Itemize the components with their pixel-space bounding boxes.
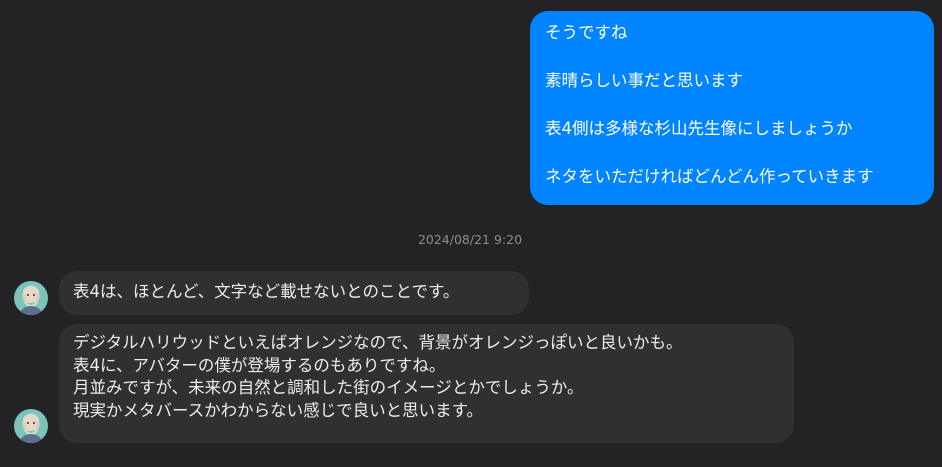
avatar-illustration bbox=[14, 281, 48, 315]
message-line: デジタルハリウッドといえばオレンジなので、背景がオレンジっぽいと良いかも。 bbox=[73, 333, 683, 352]
avatar-illustration bbox=[14, 409, 48, 443]
user-avatar-icon[interactable] bbox=[14, 409, 48, 443]
message-line: 表4に、アバターの僕が登場するのもありですね。 bbox=[73, 355, 446, 375]
message-line: 表4は、ほとんど、文字など載せないとのことです。 bbox=[73, 282, 460, 301]
incoming-message-bubble[interactable]: デジタルハリウッドといえばオレンジなので、背景がオレンジっぽいと良いかも。 表4… bbox=[59, 324, 794, 443]
outgoing-message-bubble[interactable]: そうですね 素晴らしい事だと思います 表4側は多様な杉山先生像にしましょうか ネ… bbox=[530, 11, 934, 205]
message-line: 素晴らしい事だと思います bbox=[545, 71, 743, 90]
message-line: 表4側は多様な杉山先生像にしましょうか bbox=[545, 119, 853, 138]
message-line: 現実かメタバースかわからない感じで良いと思います。 bbox=[73, 400, 484, 420]
message-line: 月並みですが、未来の自然と調和した街のイメージとかでしょうか。 bbox=[73, 378, 584, 397]
incoming-message-bubble[interactable]: 表4は、ほとんど、文字など載せないとのことです。 bbox=[59, 271, 529, 315]
chat-thread: そうですね 素晴らしい事だと思います 表4側は多様な杉山先生像にしましょうか ネ… bbox=[0, 0, 942, 467]
message-line: そうですね bbox=[545, 23, 628, 42]
user-avatar-icon[interactable] bbox=[14, 281, 48, 315]
message-line: ネタをいただければどんどん作っていきます bbox=[545, 167, 874, 186]
message-timestamp: 2024/08/21 9:20 bbox=[417, 232, 523, 247]
